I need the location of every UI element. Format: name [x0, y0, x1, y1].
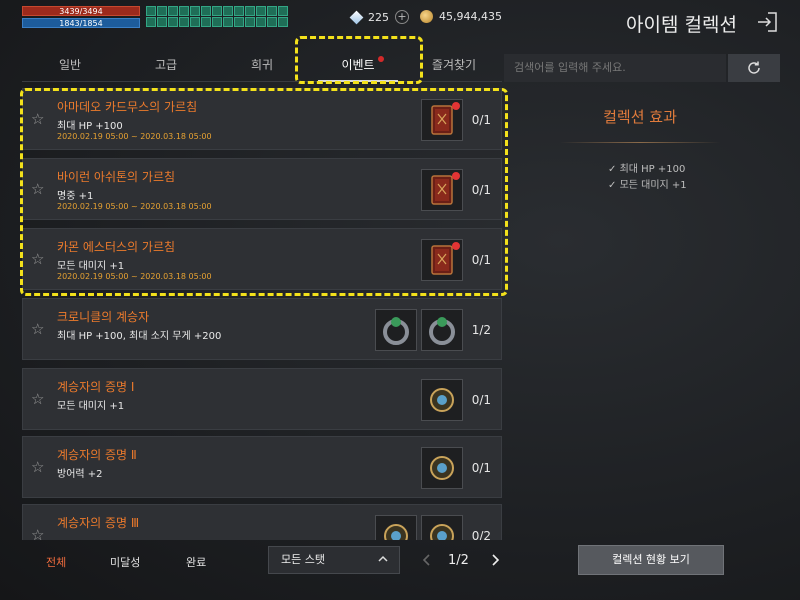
search-input[interactable]: 검색어를 입력해 주세요. [504, 54, 726, 82]
mp-bar: 1843/1854 [22, 18, 140, 28]
favorite-star-icon[interactable]: ☆ [31, 321, 47, 337]
effect-text: 최대 HP +100 [619, 164, 686, 175]
panel-divider [560, 142, 720, 143]
collection-effect-title: 컬렉션 효과 [603, 108, 677, 126]
buff-icon [168, 6, 178, 16]
stat-filter-value: 모든 스탯 [281, 553, 325, 566]
buff-icon [190, 6, 200, 16]
refresh-icon [748, 61, 760, 74]
prev-page-icon[interactable] [420, 552, 434, 568]
buff-icon [201, 17, 211, 27]
amulet-icon [422, 456, 462, 492]
collection-effect: 모든 대미지 +1 [57, 401, 125, 412]
buff-icon [245, 17, 255, 27]
buff-icon [201, 6, 211, 16]
buff-icon [223, 6, 233, 16]
collection-effect: 최대 HP +100, 최대 소지 무게 +200 [57, 331, 222, 342]
collection-progress: 0/2 [471, 529, 491, 540]
gold-coin-icon [420, 10, 433, 23]
category-tabs: 일반 고급 희귀 이벤트 즐겨찾기 [22, 52, 502, 82]
collection-progress: 1/2 [471, 323, 491, 337]
favorite-star-icon[interactable]: ☆ [31, 527, 47, 540]
buff-icon [146, 6, 156, 16]
item-slot[interactable] [375, 309, 417, 351]
hp-bar: 3439/3494 [22, 6, 140, 16]
collection-row[interactable]: ☆ 계승자의 증명 Ⅰ 모든 대미지 +1 0/1 [22, 368, 502, 430]
buff-icon [146, 17, 156, 27]
item-slot[interactable] [375, 515, 417, 540]
buff-icon [212, 6, 222, 16]
collection-title: 계승자의 증명 Ⅱ [57, 448, 137, 462]
buff-icon [267, 6, 277, 16]
page-title: 아이템 컬렉션 [626, 14, 737, 36]
favorite-star-icon[interactable]: ☆ [31, 391, 47, 407]
collection-row[interactable]: ☆ 크로니클의 계승자최대 HP +100, 최대 소지 무게 +200 1/2 [22, 298, 502, 360]
buff-icon [212, 17, 222, 27]
favorite-star-icon[interactable]: ☆ [31, 459, 47, 475]
chevron-up-icon [378, 555, 388, 562]
buff-icon [278, 6, 288, 16]
event-rows-highlight [20, 88, 508, 296]
collection-progress: 0/1 [471, 461, 491, 475]
item-slot[interactable] [421, 447, 463, 489]
stat-filter-select[interactable]: 모든 스탯 [268, 546, 400, 574]
exit-icon[interactable] [755, 10, 779, 34]
buff-icon [256, 17, 266, 27]
refresh-button[interactable] [728, 54, 780, 82]
collection-status-button[interactable]: 컬렉션 현황 보기 [578, 545, 724, 575]
page-indicator: 1/2 [448, 553, 469, 568]
add-gem-button[interactable]: + [395, 10, 409, 24]
collection-title: 계승자의 증명 Ⅲ [57, 516, 140, 530]
amulet-icon [422, 388, 462, 424]
diamond-icon [349, 10, 364, 24]
buff-icon [179, 17, 189, 27]
buff-icon [190, 17, 200, 27]
buff-icon [278, 17, 288, 27]
buff-icon [157, 6, 167, 16]
collection-title: 크로니클의 계승자 [57, 310, 150, 324]
buff-tray [146, 6, 296, 27]
collection-title: 계승자의 증명 Ⅰ [57, 380, 135, 394]
player-status: 3439/3494 1843/1854 [22, 6, 140, 30]
buff-icon [168, 17, 178, 27]
buff-icon [179, 6, 189, 16]
collection-progress: 0/1 [471, 393, 491, 407]
ring-icon [376, 317, 416, 354]
buff-icon [234, 17, 244, 27]
collection-effect: 방어력 +2 [57, 469, 103, 480]
effect-line: ✓ 최대 HP +100 [608, 164, 686, 175]
filter-incomplete[interactable]: 미달성 [110, 554, 140, 570]
buff-icon [267, 17, 277, 27]
next-page-icon[interactable] [488, 552, 502, 568]
collection-row[interactable]: ☆ 계승자의 증명 Ⅲ 0/2 [22, 504, 502, 540]
gold-amount: 45,944,435 [439, 10, 502, 23]
gem-counter: 225 + [349, 10, 409, 24]
event-tab-highlight [295, 36, 423, 84]
effect-line: ✓ 모든 대미지 +1 [608, 180, 687, 191]
buff-icon [234, 6, 244, 16]
gem-amount: 225 [368, 10, 389, 24]
item-slot[interactable] [421, 379, 463, 421]
buff-icon [223, 17, 233, 27]
item-slot[interactable] [421, 309, 463, 351]
buff-icon [157, 17, 167, 27]
collection-row[interactable]: ☆ 계승자의 증명 Ⅱ 방어력 +2 0/1 [22, 436, 502, 498]
tab-advanced[interactable]: 고급 [118, 52, 214, 81]
effect-text: 모든 대미지 +1 [619, 180, 687, 191]
filter-complete[interactable]: 완료 [186, 554, 206, 570]
buff-icon [256, 6, 266, 16]
buff-icon [245, 6, 255, 16]
filter-all[interactable]: 전체 [46, 554, 66, 570]
tab-normal[interactable]: 일반 [22, 52, 118, 81]
item-slot[interactable] [421, 515, 463, 540]
ring-icon [422, 317, 462, 354]
gold-counter: 45,944,435 [420, 10, 502, 23]
